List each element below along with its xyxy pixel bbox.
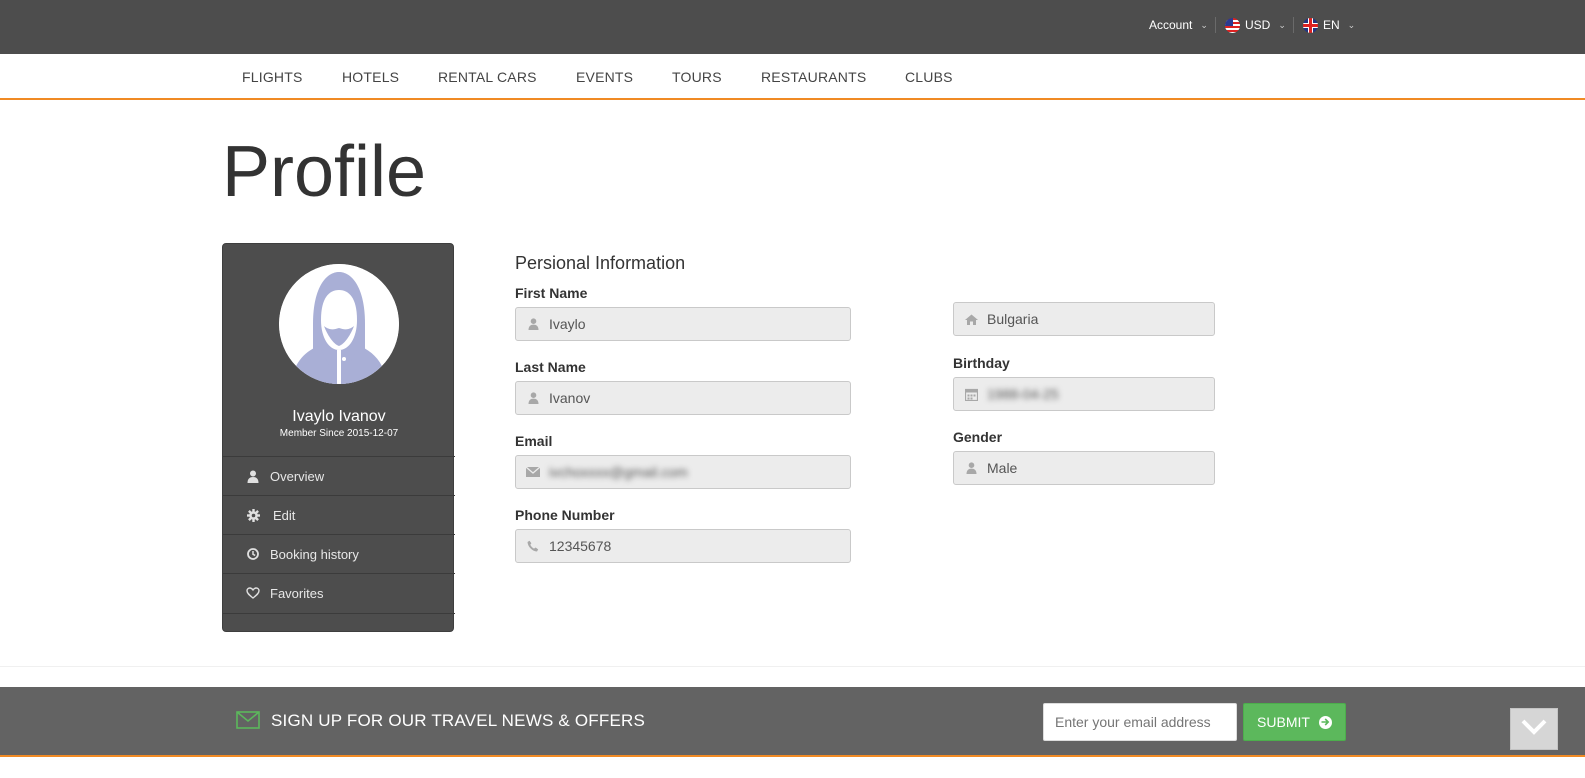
- account-label: Account: [1149, 18, 1193, 32]
- chevron-down-icon: ⌄: [1347, 20, 1356, 30]
- nav-flights[interactable]: FLIGHTS: [242, 69, 303, 85]
- hooded-figure-icon: [279, 264, 399, 384]
- profile-sidebar: Ivaylo Ivanov Member Since 2015-12-07 Ov…: [222, 243, 455, 632]
- envelope-icon: [236, 711, 260, 729]
- nav-hotels[interactable]: HOTELS: [342, 69, 399, 85]
- currency-label: USD: [1245, 18, 1271, 32]
- newsletter-text: SIGN UP FOR OUR TRAVEL NEWS & OFFERS: [271, 711, 646, 730]
- divider: [223, 613, 455, 614]
- chevron-down-icon: ⌄: [1200, 20, 1208, 30]
- first-name-input[interactable]: [549, 316, 809, 332]
- birthday-label: Birthday: [953, 355, 1010, 371]
- us-flag-icon: [1225, 17, 1240, 33]
- nav-rental-cars[interactable]: RENTAL CARS: [438, 69, 537, 85]
- uk-flag-icon: [1303, 17, 1318, 33]
- email-label: Email: [515, 433, 553, 449]
- language-label: EN: [1323, 18, 1340, 32]
- birthday-field[interactable]: [953, 377, 1215, 411]
- last-name-input[interactable]: [549, 390, 809, 406]
- phone-label: Phone Number: [515, 507, 615, 523]
- newsletter-bar: SIGN UP FOR OUR TRAVEL NEWS & OFFERS SUB…: [0, 687, 1585, 757]
- gear-icon: [246, 508, 260, 522]
- arrow-right-icon: [1318, 715, 1332, 729]
- sidebar-item-label: Edit: [273, 507, 296, 523]
- user-icon: [526, 391, 540, 405]
- sidebar-item-booking-history[interactable]: Booking history: [223, 534, 455, 573]
- scroll-down-button[interactable]: [1510, 708, 1558, 750]
- envelope-icon: [526, 465, 540, 479]
- nav-tours[interactable]: TOURS: [672, 69, 722, 85]
- nav-events[interactable]: EVENTS: [576, 69, 633, 85]
- account-dropdown[interactable]: Account ⌄: [1149, 17, 1208, 33]
- user-icon: [964, 461, 978, 475]
- user-name: Ivaylo Ivanov: [292, 408, 386, 425]
- user-icon: [526, 317, 540, 331]
- email-field[interactable]: [515, 455, 851, 489]
- first-name-label: First Name: [515, 285, 588, 301]
- avatar: [279, 264, 399, 384]
- sidebar-item-overview[interactable]: Overview: [223, 456, 455, 495]
- phone-icon: [526, 539, 540, 553]
- gender-label: Gender: [953, 429, 1003, 445]
- heart-icon: [246, 586, 260, 600]
- first-name-field[interactable]: [515, 307, 851, 341]
- nav-restaurants[interactable]: RESTAURANTS: [761, 69, 866, 85]
- sidebar-item-favorites[interactable]: Favorites: [223, 573, 455, 612]
- last-name-field[interactable]: [515, 381, 851, 415]
- member-since: Member Since 2015-12-07: [279, 428, 399, 439]
- country-field[interactable]: [953, 302, 1215, 336]
- sidebar-item-label: Favorites: [270, 585, 324, 601]
- chevron-down-icon: [1521, 719, 1547, 740]
- sidebar-item-label: Booking history: [270, 546, 359, 562]
- home-icon: [964, 312, 978, 326]
- page-title: Profile: [222, 132, 427, 212]
- phone-input[interactable]: [549, 538, 809, 554]
- sidebar-item-label: Overview: [270, 468, 325, 484]
- birthday-input[interactable]: [987, 386, 1187, 402]
- divider: [1215, 17, 1216, 33]
- language-dropdown[interactable]: EN ⌄: [1303, 17, 1355, 33]
- submit-label: SUBMIT: [1257, 714, 1310, 730]
- last-name-label: Last Name: [515, 359, 586, 375]
- top-bar: Account ⌄ USD ⌄ EN ⌄: [0, 0, 1585, 54]
- country-input[interactable]: [987, 311, 1187, 327]
- currency-dropdown[interactable]: USD ⌄: [1225, 17, 1286, 33]
- chevron-down-icon: ⌄: [1278, 20, 1286, 30]
- submit-button[interactable]: SUBMIT: [1243, 703, 1346, 741]
- sidebar-item-edit[interactable]: Edit: [223, 495, 455, 534]
- main-nav: FLIGHTS HOTELS RENTAL CARS EVENTS TOURS …: [0, 54, 1585, 100]
- divider: [0, 666, 1585, 667]
- clock-icon: [246, 547, 260, 561]
- phone-field[interactable]: [515, 529, 851, 563]
- user-icon: [246, 469, 260, 483]
- nav-clubs[interactable]: CLUBS: [905, 69, 953, 85]
- email-input[interactable]: [549, 464, 809, 480]
- calendar-icon: [964, 387, 978, 401]
- gender-input[interactable]: [987, 460, 1187, 476]
- divider: [1293, 17, 1294, 33]
- newsletter-email-input[interactable]: [1043, 703, 1237, 741]
- gender-field[interactable]: [953, 451, 1215, 485]
- section-title: Persional Information: [515, 253, 686, 273]
